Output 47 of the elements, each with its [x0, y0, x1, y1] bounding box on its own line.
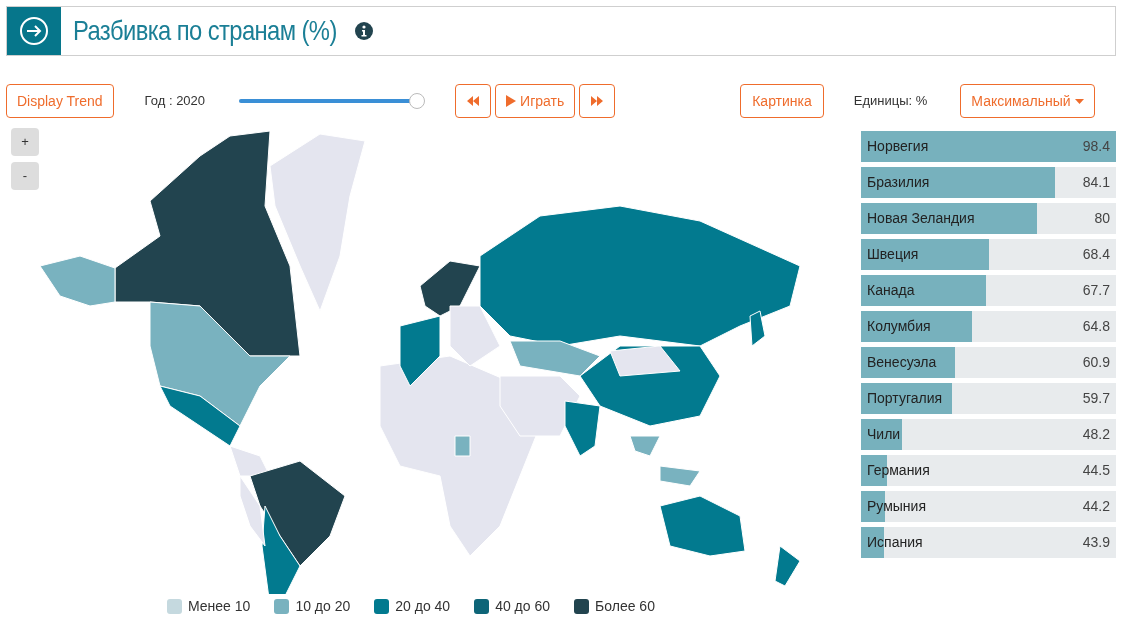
country-value: 67.7 [1082, 281, 1110, 300]
legend-label: 40 до 60 [495, 597, 551, 616]
forward-button[interactable] [579, 84, 616, 118]
country-name: Канада [867, 281, 915, 300]
country-value: 98.4 [1082, 137, 1110, 156]
country-name: Новая Зеландия [867, 209, 975, 228]
double-left-arrow-icon [466, 96, 481, 106]
zoom-out-button[interactable]: - [11, 162, 39, 190]
country-value: 59.7 [1082, 389, 1110, 408]
country-value: 60.9 [1082, 353, 1110, 372]
display-trend-button[interactable]: Display Trend [6, 84, 114, 118]
rewind-button[interactable] [455, 84, 492, 118]
units-label: Единицы: % [853, 92, 928, 111]
legend-label: 10 до 20 [295, 597, 351, 616]
info-icon[interactable] [355, 22, 374, 40]
country-value: 43.9 [1082, 533, 1110, 552]
country-name: Венесуэла [867, 353, 937, 372]
play-button[interactable]: Играть [495, 84, 576, 118]
caret-down-icon [1074, 98, 1084, 104]
play-icon [506, 95, 517, 107]
country-value: 44.5 [1082, 461, 1110, 480]
country-name: Румыния [867, 497, 926, 516]
country-name: Германия [867, 461, 930, 480]
country-value: 80 [1094, 209, 1110, 228]
picture-button[interactable]: Картинка [740, 84, 824, 118]
country-name: Бразилия [867, 173, 930, 192]
country-value: 44.2 [1082, 497, 1110, 516]
country-name: Норвегия [867, 137, 929, 156]
country-value: 84.1 [1082, 173, 1110, 192]
slider-thumb[interactable] [409, 93, 426, 109]
country-name: Испания [867, 533, 923, 552]
zoom-in-button[interactable]: + [11, 128, 39, 156]
arrow-circle-icon [19, 16, 49, 46]
country-name: Португалия [867, 389, 943, 408]
sort-dropdown[interactable]: Максимальный [960, 84, 1095, 118]
country-name: Чили [867, 425, 901, 444]
legend-label: Менее 10 [188, 597, 251, 616]
legend-label: Более 60 [595, 597, 655, 616]
year-label: Год : 2020 [144, 92, 206, 111]
double-right-arrow-icon [590, 96, 605, 106]
country-value: 68.4 [1082, 245, 1110, 264]
country-name: Швеция [867, 245, 919, 264]
legend-label: 20 до 40 [395, 597, 451, 616]
country-value: 64.8 [1082, 317, 1110, 336]
page-title: Разбивка по странам (%) [73, 14, 337, 48]
country-value: 48.2 [1082, 425, 1110, 444]
country-name: Колумбия [867, 317, 931, 336]
